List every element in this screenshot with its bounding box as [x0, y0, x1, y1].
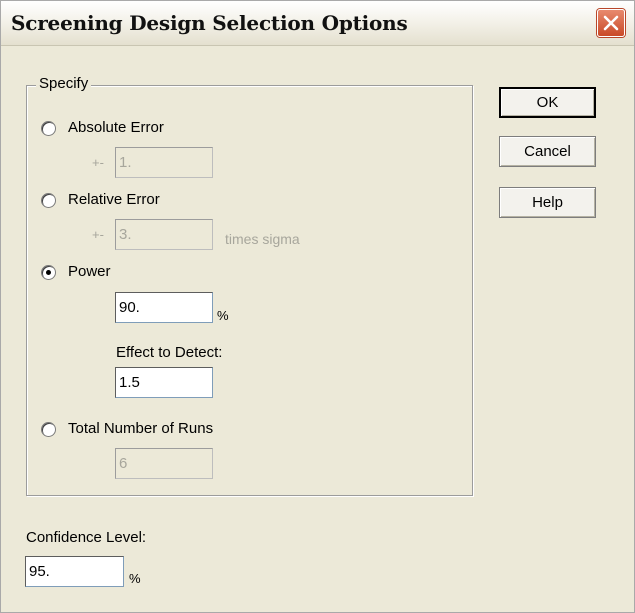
relative-error-radio[interactable]: [41, 193, 56, 208]
relative-error-input[interactable]: 3.: [115, 219, 213, 250]
title-bar[interactable]: Screening Design Selection Options: [1, 1, 634, 46]
dialog-title: Screening Design Selection Options: [11, 11, 408, 35]
absolute-error-radio[interactable]: [41, 121, 56, 136]
relative-error-prefix: +-: [92, 227, 104, 242]
power-input[interactable]: 90.: [115, 292, 213, 323]
confidence-unit: %: [129, 571, 141, 586]
relative-error-label[interactable]: Relative Error: [68, 191, 160, 208]
close-x-icon: [603, 15, 619, 31]
total-runs-input[interactable]: 6: [115, 448, 213, 479]
total-runs-radio[interactable]: [41, 422, 56, 437]
close-button[interactable]: [597, 9, 625, 37]
effect-to-detect-input[interactable]: 1.5: [115, 367, 213, 398]
effect-to-detect-label: Effect to Detect:: [116, 344, 223, 361]
power-radio[interactable]: [41, 265, 56, 280]
absolute-error-input[interactable]: 1.: [115, 147, 213, 178]
power-label[interactable]: Power: [68, 263, 111, 280]
absolute-error-prefix: +-: [92, 155, 104, 170]
screening-design-dialog: Screening Design Selection Options Speci…: [0, 0, 635, 613]
radio-selected-dot: [46, 270, 51, 275]
cancel-button[interactable]: Cancel: [499, 136, 596, 167]
power-unit: %: [217, 308, 229, 323]
specify-legend: Specify: [36, 75, 92, 92]
times-sigma-label: times sigma: [225, 231, 300, 247]
confidence-level-input[interactable]: 95.: [25, 556, 124, 587]
total-runs-label[interactable]: Total Number of Runs: [68, 420, 213, 437]
absolute-error-label[interactable]: Absolute Error: [68, 119, 164, 136]
confidence-level-label: Confidence Level:: [26, 529, 147, 546]
help-button[interactable]: Help: [499, 187, 596, 218]
ok-button[interactable]: OK: [499, 87, 596, 118]
